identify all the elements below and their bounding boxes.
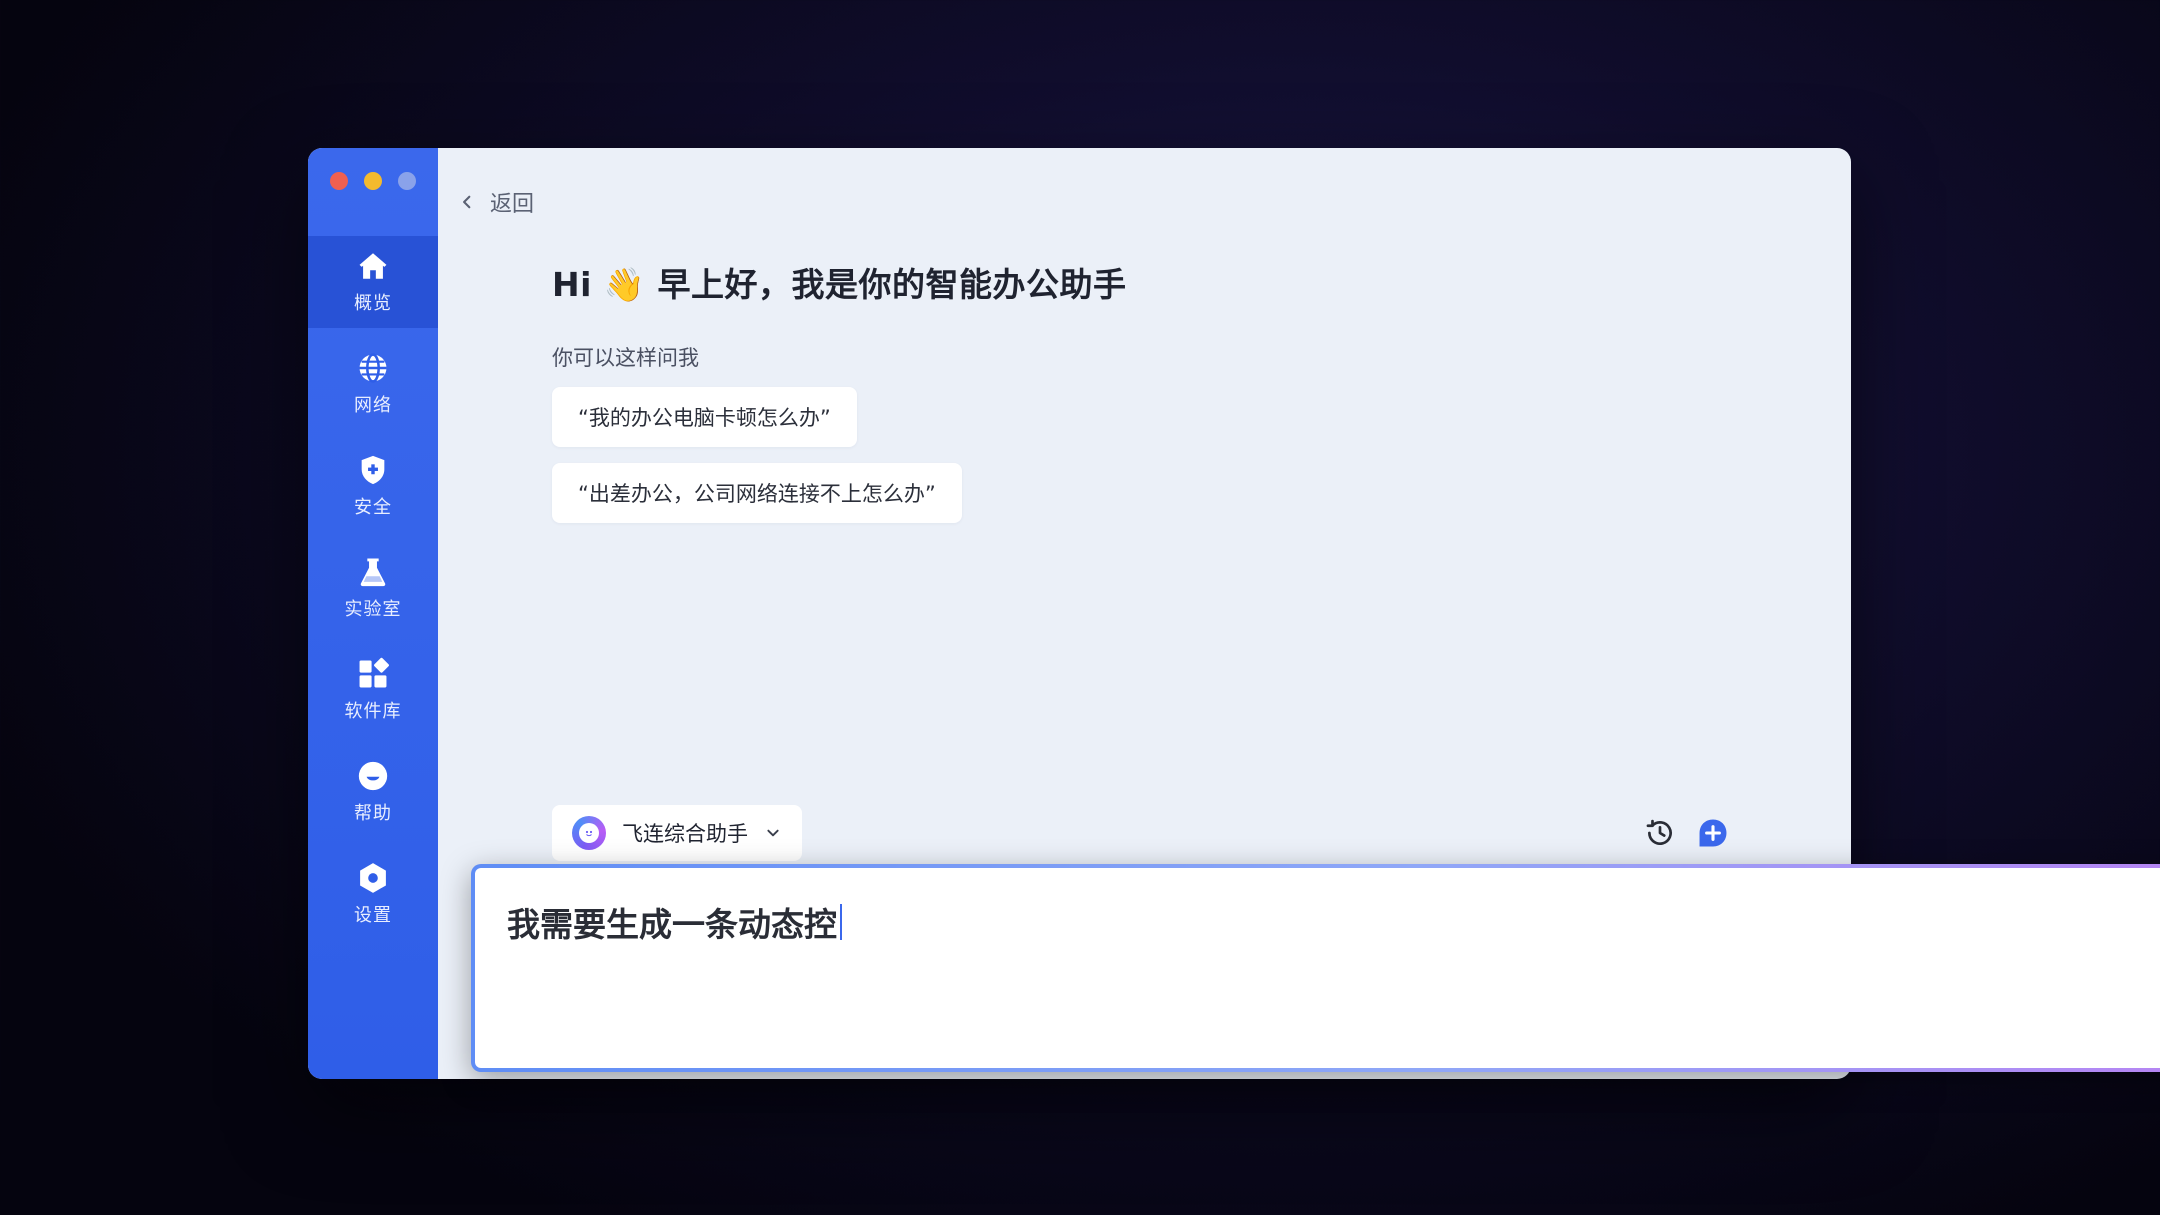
history-icon[interactable] — [1643, 816, 1677, 850]
message-input[interactable]: 我需要生成一条动态控 — [471, 864, 2160, 1072]
help-chat-icon — [358, 761, 388, 791]
window-maximize-button[interactable] — [398, 172, 416, 190]
assistant-name: 飞连综合助手 — [622, 822, 748, 846]
sidebar-item-label: 网络 — [354, 395, 392, 416]
sidebar-item-lab[interactable]: 实验室 — [308, 542, 438, 634]
chevron-down-icon — [767, 829, 779, 837]
suggestions-heading: 你可以这样问我 — [552, 346, 699, 370]
shield-icon — [361, 455, 385, 485]
back-button[interactable]: 返回 — [460, 186, 534, 218]
sidebar-item-network[interactable]: 网络 — [308, 338, 438, 430]
message-input-value: 我需要生成一条动态控 — [507, 905, 837, 944]
assistant-selector[interactable]: 飞连综合助手 — [552, 805, 802, 861]
window-close-button[interactable] — [330, 172, 348, 190]
chevron-left-icon — [463, 195, 471, 209]
new-chat-icon[interactable] — [1696, 816, 1730, 850]
message-input-text[interactable]: 我需要生成一条动态控 — [507, 898, 842, 946]
suggestion-chip[interactable]: “出差办公，公司网络连接不上怎么办” — [552, 463, 962, 523]
sidebar-item-label: 实验室 — [344, 599, 402, 620]
flask-icon — [360, 558, 386, 587]
sidebar-item-label: 安全 — [354, 497, 392, 518]
sidebar-item-label: 概览 — [354, 293, 392, 314]
sidebar-item-help[interactable]: 帮助 — [308, 746, 438, 838]
sidebar-item-label: 软件库 — [344, 701, 402, 722]
home-icon — [359, 253, 387, 279]
sidebar-item-label: 帮助 — [354, 803, 392, 824]
sidebar-item-security[interactable]: 安全 — [308, 440, 438, 532]
back-label: 返回 — [490, 192, 535, 217]
suggestion-chip[interactable]: “我的办公电脑卡顿怎么办” — [552, 387, 857, 447]
globe-icon — [359, 353, 387, 383]
apps-grid-icon — [359, 657, 389, 688]
assistant-avatar-icon — [572, 816, 606, 850]
sidebar-item-software[interactable]: 软件库 — [308, 644, 438, 736]
gear-icon — [360, 863, 386, 893]
sidebar: 概览 网络 安全 实验室 软件库 帮助 设置 — [308, 148, 438, 1079]
window-minimize-button[interactable] — [364, 172, 382, 190]
sidebar-item-settings[interactable]: 设置 — [308, 848, 438, 940]
sidebar-item-overview[interactable]: 概览 — [308, 236, 438, 328]
text-cursor — [840, 904, 842, 940]
greeting-title: Hi 👋 早上好，我是你的智能办公助手 — [552, 265, 1127, 304]
sidebar-item-label: 设置 — [354, 905, 392, 926]
